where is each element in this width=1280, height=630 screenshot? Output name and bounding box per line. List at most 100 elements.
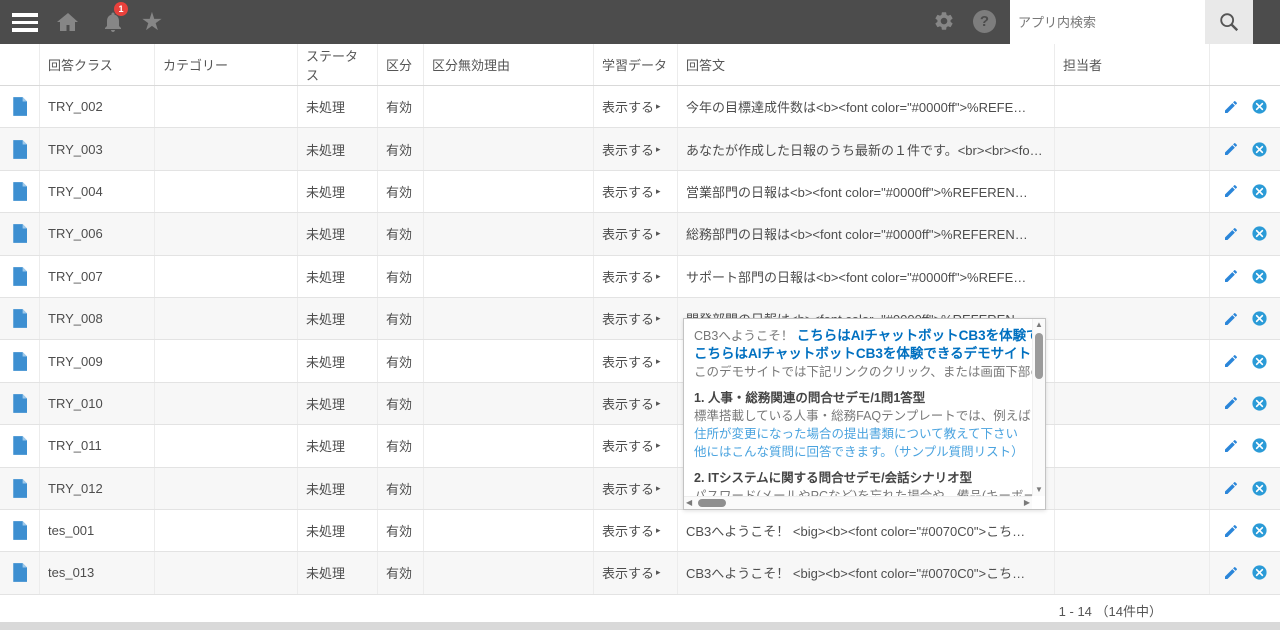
learning-data-toggle[interactable]: 表示する ▸ [602,436,661,455]
cell-answer-class: TRY_003 [40,128,155,170]
popup-link[interactable]: 他にはこんな質問に回答できます。（サンプル質問リスト） [694,445,1024,459]
cell-answer-text: CB3へようこそ！ <big><b><font color="#0070C0">… [678,552,1055,594]
favorites-icon[interactable]: ★ [139,0,165,44]
learning-data-toggle[interactable]: 表示する ▸ [602,267,661,286]
delete-button[interactable] [1251,522,1268,539]
table-row[interactable]: TRY_009 未処理 有効 表示する ▸ [0,340,1280,383]
edit-button[interactable] [1223,395,1239,411]
scroll-right-icon[interactable]: ▶ [1024,499,1030,507]
delete-button[interactable] [1251,183,1268,200]
edit-button[interactable] [1223,480,1239,496]
table-row[interactable]: TRY_006 未処理 有効 表示する ▸ 総務部門の日報は<b><font c… [0,213,1280,256]
delete-button[interactable] [1251,395,1268,412]
popup-link[interactable]: 住所が変更になった場合の提出書類について教えて下さい [694,427,1018,441]
column-header[interactable]: 回答クラス [40,44,155,85]
column-header[interactable]: 回答文 [678,44,1055,85]
delete-button[interactable] [1251,141,1268,158]
cell-answer-class: TRY_012 [40,467,155,509]
document-icon [12,97,27,117]
edit-button[interactable] [1223,99,1239,115]
caret-right-icon: ▸ [656,185,661,196]
edit-button[interactable] [1223,353,1239,369]
column-header[interactable]: 区分 [378,44,424,85]
cell-division: 有効 [378,86,424,128]
cell-invalid-reason [424,255,594,297]
edit-button[interactable] [1223,183,1239,199]
edit-button[interactable] [1223,523,1239,539]
table-row[interactable]: tes_013 未処理 有効 表示する ▸ CB3へようこそ！ <big><b>… [0,552,1280,595]
learning-data-toggle[interactable]: 表示する ▸ [602,309,661,328]
pencil-icon [1224,524,1237,537]
edit-button[interactable] [1223,565,1239,581]
help-icon[interactable]: ? [973,10,996,33]
cell-status: 未処理 [298,128,378,170]
learning-data-toggle[interactable]: 表示する ▸ [602,352,661,371]
search-icon [1220,13,1239,32]
cell-assignee [1055,128,1210,170]
delete-button[interactable] [1251,98,1268,115]
delete-button[interactable] [1251,310,1268,327]
learning-data-toggle[interactable]: 表示する ▸ [602,479,661,498]
learning-data-toggle[interactable]: 表示する ▸ [602,97,661,116]
document-icon [12,521,27,540]
column-header [0,44,40,85]
edit-button[interactable] [1223,311,1239,327]
answers-table: 回答クラス カテゴリー ステータス 区分 区分無効理由 学習データ 回答文 担当者 TRY_0… [0,44,1280,595]
scroll-left-icon[interactable]: ◀ [686,499,692,507]
settings-icon[interactable] [933,10,955,32]
popup-vertical-scrollbar[interactable]: ▲ ▼ [1032,319,1045,496]
delete-button[interactable] [1251,225,1268,242]
home-icon[interactable] [56,10,80,34]
delete-button[interactable] [1251,480,1268,497]
cell-category [155,86,298,128]
delete-button[interactable] [1251,564,1268,581]
table-row[interactable]: TRY_008 未処理 有効 表示する ▸ 開発部門の日報は<b><font c… [0,297,1280,341]
horizontal-scroll-thumb[interactable] [698,499,726,507]
table-row[interactable]: TRY_011 未処理 有効 表示する ▸ [0,425,1280,468]
edit-button[interactable] [1223,438,1239,454]
cell-status: 未処理 [298,255,378,297]
learning-data-toggle[interactable]: 表示する ▸ [602,224,661,243]
close-circle-icon [1251,226,1267,241]
learning-data-toggle[interactable]: 表示する ▸ [602,182,661,201]
search-input[interactable] [1010,0,1205,44]
table-row[interactable]: TRY_004 未処理 有効 表示する ▸ 営業部門の日報は<b><font c… [0,170,1280,214]
column-header[interactable]: 担当者 [1055,44,1210,85]
document-icon [12,351,27,371]
close-circle-icon [1251,523,1267,538]
pagination-label: 1 - 14 （14件中） [1058,604,1162,619]
search-button[interactable] [1205,0,1253,44]
learning-data-toggle[interactable]: 表示する ▸ [602,521,661,540]
delete-button[interactable] [1251,268,1268,285]
table-row[interactable]: TRY_002 未処理 有効 表示する ▸ 今年の目標達成件数は<b><font… [0,86,1280,129]
menu-icon[interactable] [12,13,38,32]
close-circle-icon [1251,269,1267,284]
cell-icon [0,509,40,552]
vertical-scroll-thumb[interactable] [1035,333,1043,379]
popup-horizontal-scrollbar[interactable]: ◀ ▶ [684,496,1032,509]
table-row[interactable]: TRY_010 未処理 有効 表示する ▸ [0,382,1280,426]
learning-data-toggle[interactable]: 表示する ▸ [602,563,661,582]
column-header[interactable]: ステータス [298,44,378,85]
column-header[interactable]: 区分無効理由 [424,44,594,85]
cell-icon [0,425,40,467]
edit-button[interactable] [1223,141,1239,157]
column-header[interactable]: カテゴリー [155,44,298,85]
cell-category [155,297,298,340]
delete-button[interactable] [1251,353,1268,370]
popup-text: パスワード(メールやPCなど)を忘れた場合や、備品(キーボードやディス [694,489,1032,496]
learning-data-toggle[interactable]: 表示する ▸ [602,394,661,413]
scroll-down-icon[interactable]: ▼ [1035,486,1043,494]
delete-button[interactable] [1251,437,1268,454]
edit-button[interactable] [1223,268,1239,284]
learning-data-toggle[interactable]: 表示する ▸ [602,140,661,159]
table-row[interactable]: tes_001 未処理 有効 表示する ▸ CB3へようこそ！ <big><b>… [0,509,1280,553]
table-row[interactable]: TRY_007 未処理 有効 表示する ▸ サポート部門の日報は<b><font… [0,255,1280,298]
scroll-up-icon[interactable]: ▲ [1035,321,1043,329]
edit-button[interactable] [1223,226,1239,242]
pencil-icon [1224,143,1237,156]
table-row[interactable]: TRY_003 未処理 有効 表示する ▸ あなたが作成した日報のうち最新の１件… [0,128,1280,171]
column-header[interactable]: 学習データ [594,44,678,85]
cell-icon [0,467,40,509]
table-row[interactable]: TRY_012 未処理 有効 表示する ▸ [0,467,1280,510]
